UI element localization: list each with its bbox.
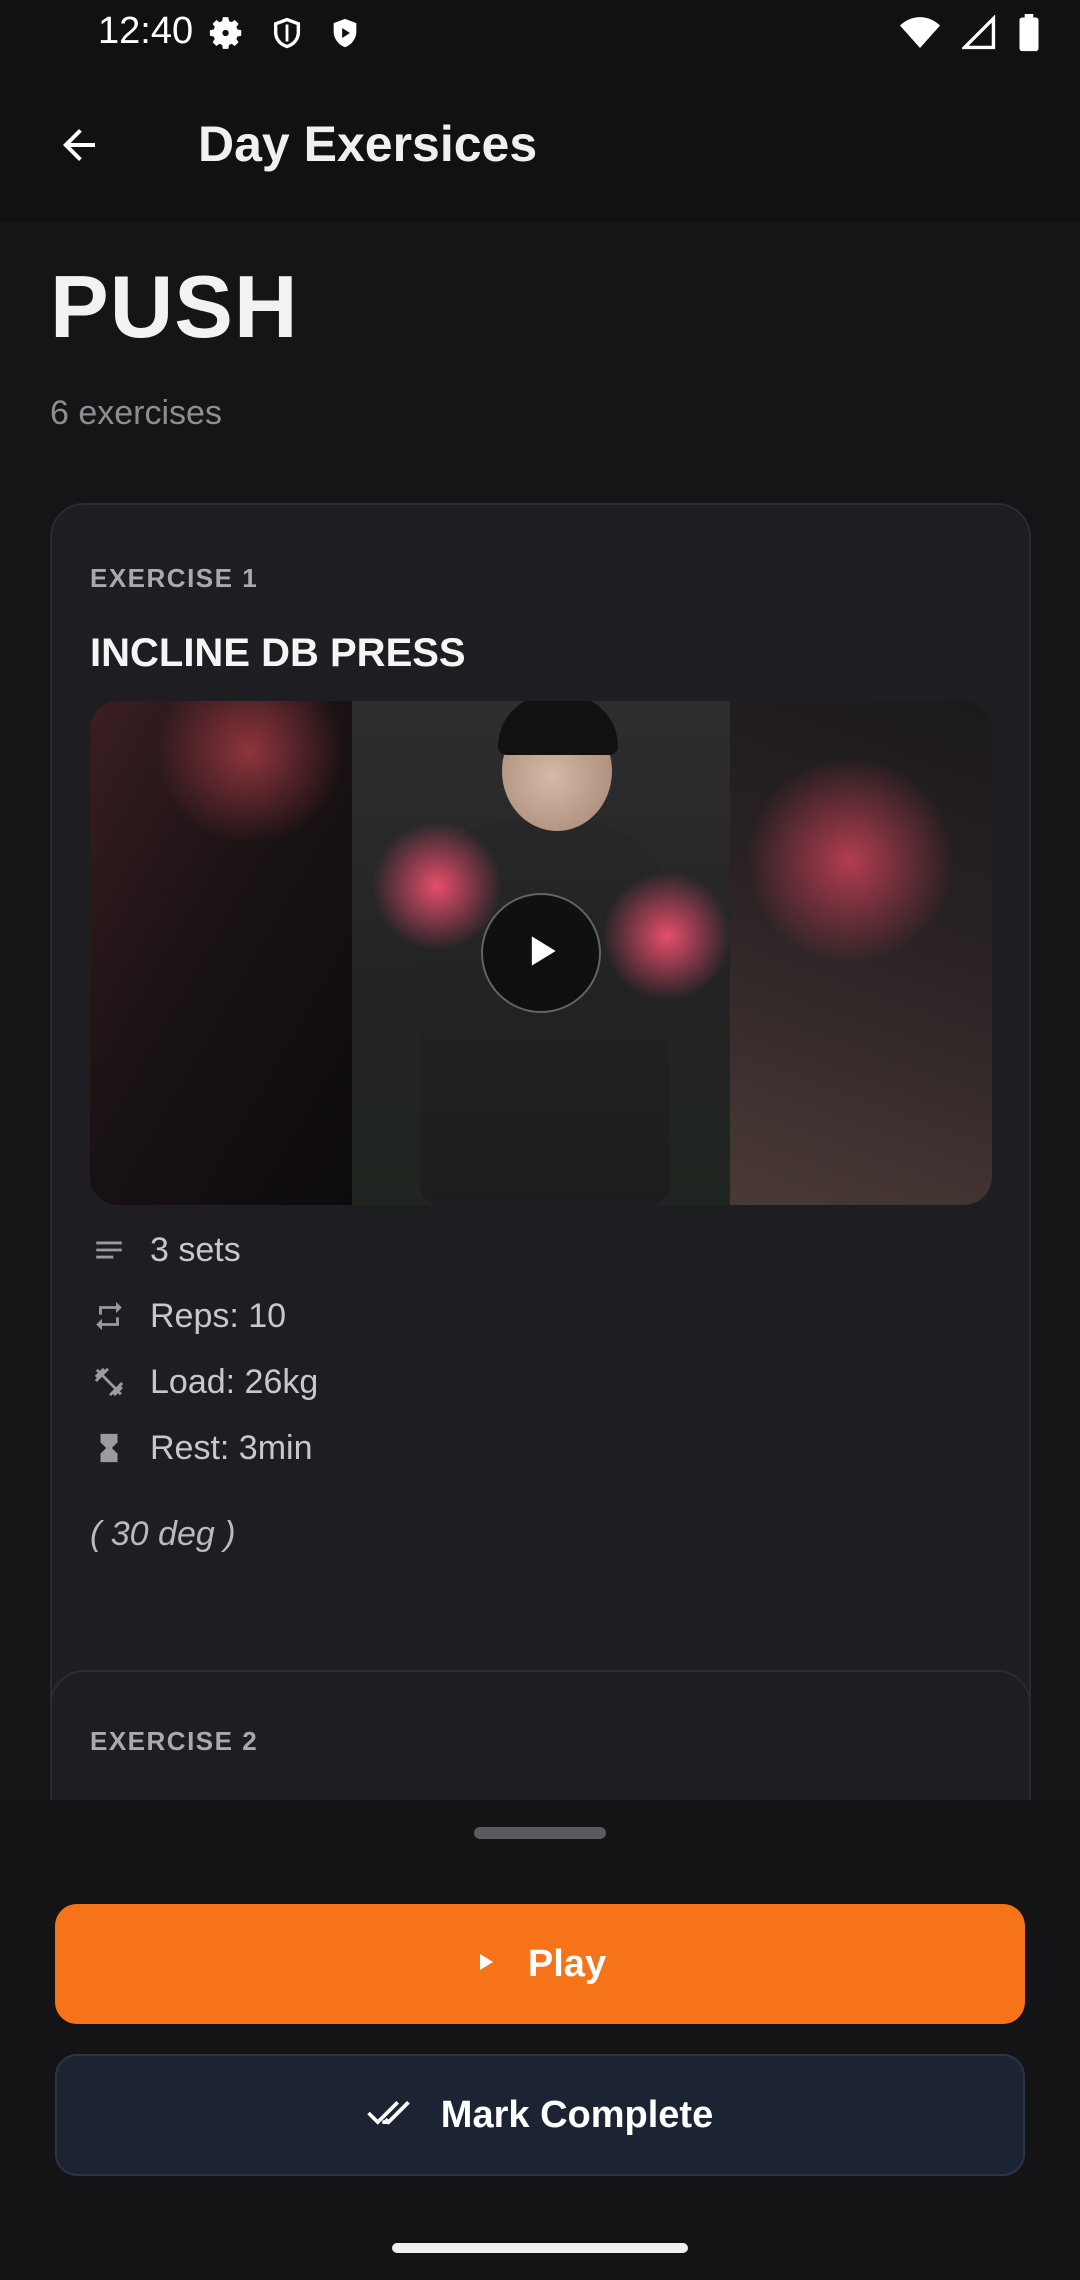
exercise-number-label: EXERCISE 2 xyxy=(90,1726,259,1756)
play-icon xyxy=(519,929,563,978)
hourglass-icon xyxy=(90,1429,128,1467)
shield-icon xyxy=(270,14,304,52)
battery-icon xyxy=(1018,14,1040,52)
exercise-number-label: EXERCISE 1 xyxy=(90,563,259,593)
mark-complete-label: Mark Complete xyxy=(440,2093,714,2136)
status-bar: 12:40 xyxy=(0,0,1080,70)
exercise-list-scroll[interactable]: PUSH 6 exercises EXERCISE 1 INCLINE DB P… xyxy=(0,222,1080,1802)
stat-reps-text: Reps: 10 xyxy=(150,1296,287,1335)
status-right-icons xyxy=(900,14,1040,52)
screen: 12:40 Day Exersices PUSH 6 exercises EXE… xyxy=(0,0,1080,2280)
exercise-video-thumbnail[interactable] xyxy=(90,701,992,1205)
signal-icon xyxy=(962,15,996,51)
drag-handle[interactable] xyxy=(474,1827,606,1839)
video-frame-right xyxy=(730,701,992,1205)
stat-sets-text: 3 sets xyxy=(150,1230,241,1269)
dumbbell-icon xyxy=(90,1363,128,1401)
play-arrow-icon xyxy=(474,1950,498,1979)
play-workout-button[interactable]: Play xyxy=(55,1904,1025,2024)
exercise-card[interactable]: EXERCISE 1 INCLINE DB PRESS 3 sets Reps:… xyxy=(50,503,1031,1802)
stat-rest-text: Rest: 3min xyxy=(150,1428,313,1467)
stat-rest: Rest: 3min xyxy=(90,1415,318,1481)
status-left-icons xyxy=(208,14,362,52)
day-title: PUSH xyxy=(50,257,299,356)
exercise-card[interactable]: EXERCISE 2 xyxy=(50,1670,1031,1802)
video-play-button[interactable] xyxy=(481,893,601,1013)
exercise-name: INCLINE DB PRESS xyxy=(90,631,466,675)
top-app-bar: Day Exersices xyxy=(0,70,1080,222)
stat-load: Load: 26kg xyxy=(90,1349,318,1415)
stat-load-text: Load: 26kg xyxy=(150,1362,319,1401)
page-title: Day Exersices xyxy=(198,116,538,172)
status-time: 12:40 xyxy=(98,10,194,52)
arrow-back-icon xyxy=(55,121,103,174)
double-check-icon xyxy=(367,2098,413,2133)
back-button[interactable] xyxy=(44,112,114,182)
stat-sets: 3 sets xyxy=(90,1217,318,1283)
sets-icon xyxy=(90,1231,128,1269)
wifi-icon xyxy=(900,15,940,51)
stat-reps: Reps: 10 xyxy=(90,1283,318,1349)
play-protect-icon xyxy=(328,14,362,52)
exercise-count: 6 exercises xyxy=(50,394,222,432)
exercise-stats: 3 sets Reps: 10 Load: 26kg Rest: 3min xyxy=(90,1217,318,1481)
bottom-action-sheet: Play Mark Complete xyxy=(0,1800,1080,2280)
settings-icon xyxy=(208,14,246,52)
repeat-icon xyxy=(90,1297,128,1335)
gesture-navigation-bar[interactable] xyxy=(392,2243,688,2253)
exercise-note: ( 30 deg ) xyxy=(90,1515,236,1553)
mark-complete-button[interactable]: Mark Complete xyxy=(55,2054,1025,2176)
play-button-label: Play xyxy=(527,1942,607,1985)
video-frame-left xyxy=(90,701,352,1205)
